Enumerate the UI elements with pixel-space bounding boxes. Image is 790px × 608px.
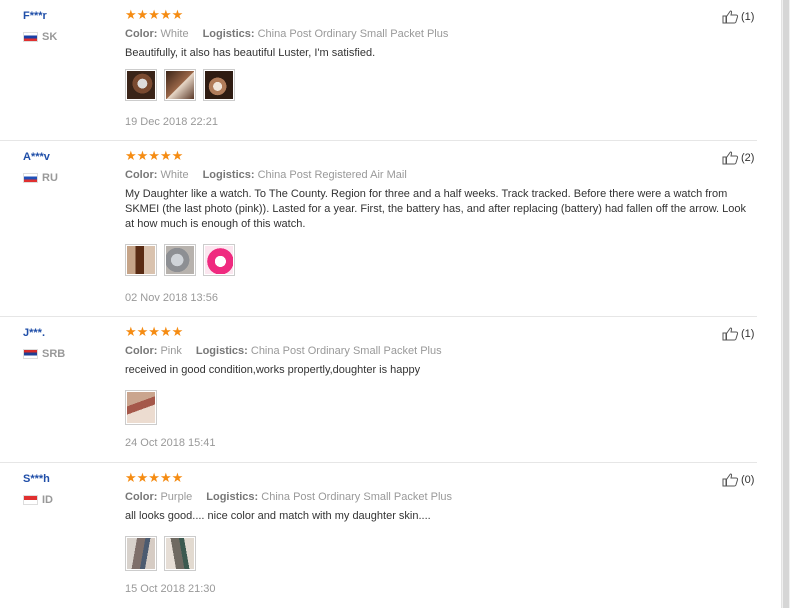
helpful-count: (1) xyxy=(741,327,755,340)
photo-thumbnail[interactable] xyxy=(125,536,157,571)
helpful-count: (2) xyxy=(741,151,755,164)
photo-thumbnail[interactable] xyxy=(203,244,235,276)
order-info: Color: White Logistics: China Post Ordina… xyxy=(125,28,448,40)
photo-thumbnail[interactable] xyxy=(125,390,157,425)
photo-thumbnail[interactable] xyxy=(125,244,157,276)
thumbs-up-icon xyxy=(722,473,739,487)
color-label: Color: xyxy=(125,345,158,357)
scrollbar-thumb[interactable] xyxy=(783,0,789,608)
flag-icon xyxy=(23,495,38,505)
star-rating: ★★★★★ xyxy=(125,470,184,485)
logistics-label: Logistics: xyxy=(202,169,255,181)
review-photos xyxy=(125,390,164,425)
color-label: Color: xyxy=(125,491,158,503)
reviewer-name: S***h xyxy=(23,473,50,485)
helpful-count: (0) xyxy=(741,473,755,486)
reviewer-name: A***v xyxy=(23,151,50,163)
review-date: 15 Oct 2018 21:30 xyxy=(125,583,216,595)
country-code: ID xyxy=(42,494,53,506)
reviewer-name: J***. xyxy=(23,327,46,339)
star-rating: ★★★★★ xyxy=(125,324,184,339)
flag-icon xyxy=(23,32,38,42)
logistics-label: Logistics: xyxy=(206,491,259,503)
helpful-button[interactable]: (2) xyxy=(722,150,754,165)
color-label: Color: xyxy=(125,28,158,40)
logistics-label: Logistics: xyxy=(202,28,255,40)
review-photos xyxy=(125,244,242,276)
logistics-value: China Post Ordinary Small Packet Plus xyxy=(250,345,442,357)
reviewer-country: SRB xyxy=(23,348,65,360)
helpful-button[interactable]: (1) xyxy=(722,9,754,24)
star-rating: ★★★★★ xyxy=(125,7,184,22)
logistics-value: China Post Ordinary Small Packet Plus xyxy=(261,491,453,503)
thumbs-up-icon xyxy=(722,151,739,165)
review-text: received in good condition,works propert… xyxy=(125,364,421,376)
order-info: Color: Purple Logistics: China Post Ordin… xyxy=(125,491,452,503)
helpful-count: (1) xyxy=(741,10,755,23)
review-text: My Daughter like a watch. To The County.… xyxy=(125,188,747,230)
photo-thumbnail[interactable] xyxy=(164,536,196,571)
photo-thumbnail[interactable] xyxy=(164,69,196,101)
flag-icon xyxy=(23,173,38,183)
photo-thumbnail[interactable] xyxy=(125,69,157,101)
review-item: A***v RU ★★★★★ Color: White Logistics: Ch… xyxy=(0,141,757,316)
logistics-value: China Post Registered Air Mail xyxy=(257,169,407,181)
logistics-value: China Post Ordinary Small Packet Plus xyxy=(257,28,449,40)
color-value: Purple xyxy=(160,491,193,503)
reviewer-country: RU xyxy=(23,172,58,184)
reviewer-country: ID xyxy=(23,494,53,506)
country-code: SK xyxy=(42,31,58,43)
review-text: Beautifully, it also has beautiful Luste… xyxy=(125,47,376,59)
flag-icon xyxy=(23,349,38,359)
star-rating: ★★★★★ xyxy=(125,148,184,163)
country-code: RU xyxy=(42,172,58,184)
color-label: Color: xyxy=(125,169,158,181)
logistics-label: Logistics: xyxy=(195,345,248,357)
helpful-button[interactable]: (1) xyxy=(722,326,754,341)
review-item: J***. SRB ★★★★★ Color: Pink Logistics: Ch… xyxy=(0,317,757,462)
review-item: F***r SK ★★★★★ Color: White Logistics: Ch… xyxy=(0,0,757,140)
review-item: S***h ID ★★★★★ Color: Purple Logistics: C… xyxy=(0,463,757,608)
review-photos xyxy=(125,69,242,101)
order-info: Color: Pink Logistics: China Post Ordinar… xyxy=(125,345,442,357)
color-value: White xyxy=(160,169,189,181)
thumbs-up-icon xyxy=(722,327,739,341)
review-date: 24 Oct 2018 15:41 xyxy=(125,437,216,449)
order-info: Color: White Logistics: China Post Regist… xyxy=(125,169,407,181)
thumbs-up-icon xyxy=(722,10,739,24)
color-value: Pink xyxy=(160,345,182,357)
review-date: 02 Nov 2018 13:56 xyxy=(125,292,218,304)
country-code: SRB xyxy=(42,348,66,360)
photo-thumbnail[interactable] xyxy=(164,244,196,276)
color-value: White xyxy=(160,28,189,40)
review-photos xyxy=(125,536,203,571)
scrollbar[interactable] xyxy=(781,0,790,608)
reviewer-name: F***r xyxy=(23,10,47,22)
helpful-button[interactable]: (0) xyxy=(722,472,754,487)
photo-thumbnail[interactable] xyxy=(203,69,235,101)
review-text: all looks good.... nice color and match … xyxy=(125,510,431,522)
reviewer-country: SK xyxy=(23,31,57,43)
review-date: 19 Dec 2018 22:21 xyxy=(125,116,218,128)
